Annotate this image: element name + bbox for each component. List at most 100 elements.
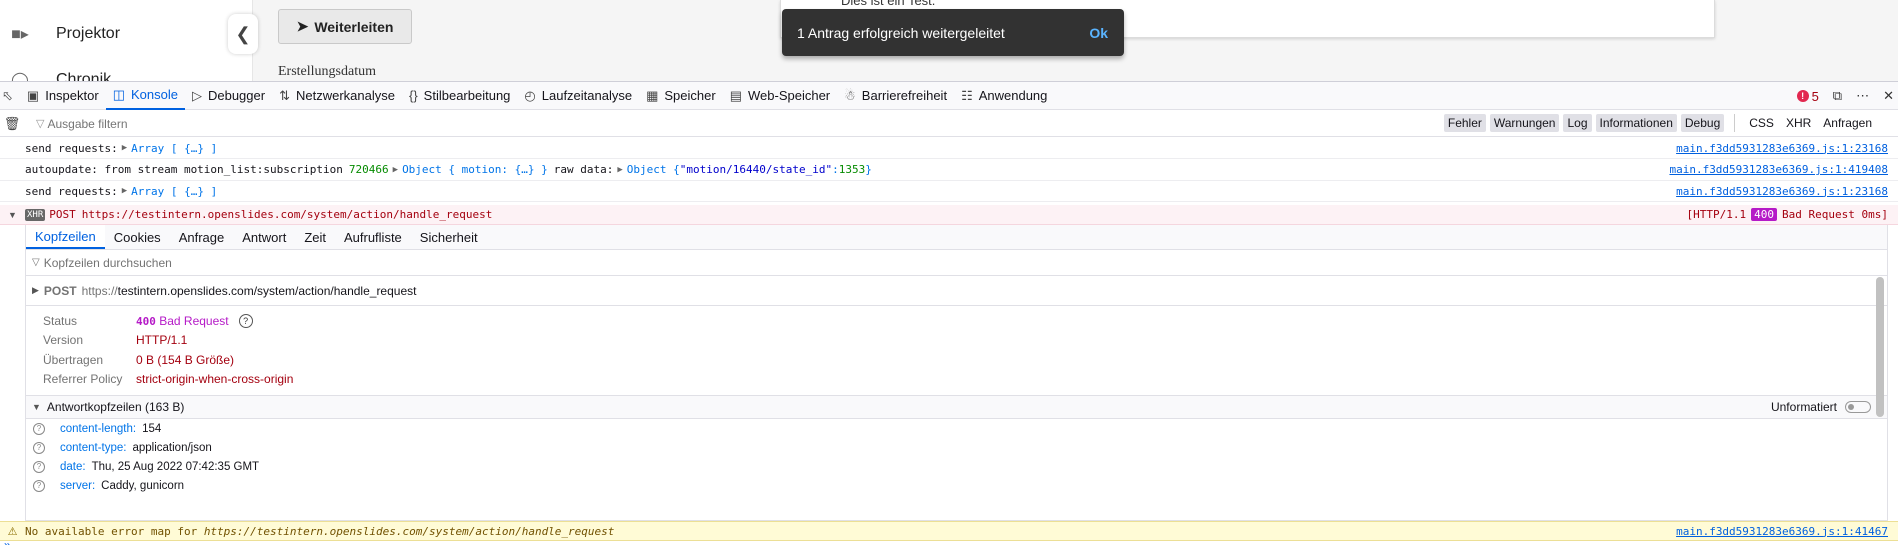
tab-label: Konsole (130, 87, 178, 102)
warning-url: https://testintern.openslides.com/system… (203, 524, 615, 538)
xhr-badge: XHR (25, 208, 46, 221)
console-filter-input[interactable] (47, 116, 448, 131)
network-details-tabs: Kopfzeilen Cookies Anfrage Antwort Zeit … (26, 225, 1887, 250)
version-key: Version (43, 333, 84, 348)
filter-errors-button[interactable]: Fehler (1443, 114, 1486, 132)
divider (1734, 114, 1736, 132)
scrollbar-thumb[interactable] (1876, 277, 1884, 417)
collapse-icon[interactable]: ▼ (0, 210, 25, 220)
forward-button-label: Weiterleiten (314, 18, 394, 35)
question-icon[interactable]: ? (238, 313, 253, 328)
status-code-badge: 400 (1751, 208, 1778, 221)
sidebar-item-label: Chronik (56, 71, 112, 81)
sidebar-item-history[interactable]: ◯ Chronik (10, 70, 111, 81)
collapse-sidebar-button[interactable]: ❮ (228, 14, 258, 54)
request-summary[interactable]: ▶ POST https://testintern.openslides.com… (26, 276, 1887, 306)
filter-xhr-button[interactable]: XHR (1782, 114, 1815, 132)
log-object[interactable]: Object { motion: {…} } (402, 163, 548, 176)
transferred-value: 0 B (154 B Größe) (136, 352, 235, 367)
tab-request[interactable]: Anfrage (170, 225, 234, 249)
app-viewport: ■▸ Projektor ◯ Chronik ❮ ➤ Weiterleiten … (0, 0, 1898, 81)
question-icon[interactable]: ? (33, 422, 45, 435)
header-name: server: (60, 479, 96, 492)
error-count-badge[interactable]: ! 5 (1796, 89, 1819, 104)
scrollbar[interactable] (1876, 277, 1884, 517)
tab-accessibility[interactable]: ☃ Barrierefreiheit (837, 82, 954, 110)
tab-inspector[interactable]: ▣ Inspektor (20, 82, 106, 110)
filter-css-button[interactable]: CSS (1745, 114, 1778, 132)
tab-security[interactable]: Sicherheit (411, 225, 487, 249)
tab-response[interactable]: Antwort (233, 225, 295, 249)
tab-storage[interactable]: ▤ Web-Speicher (723, 82, 837, 110)
filter-log-button[interactable]: Log (1563, 114, 1592, 132)
log-object[interactable]: Object { (627, 163, 680, 176)
tab-style-editor[interactable]: {} Stilbearbeitung (402, 82, 517, 110)
element-picker-button[interactable]: ⬁ (0, 82, 20, 110)
tab-console[interactable]: ◫ Konsole (105, 82, 185, 110)
tab-label: Anwendung (978, 88, 1048, 103)
referrer-policy-key: Referrer Policy (43, 372, 123, 387)
question-icon[interactable]: ? (33, 479, 45, 492)
version-row: Version HTTP/1.1 (43, 331, 1887, 351)
xhr-request-row[interactable]: ▼ XHR POST https://testintern.openslides… (0, 205, 1898, 225)
question-icon[interactable]: ? (33, 441, 45, 454)
memory-icon: ▦ (646, 87, 659, 103)
request-url[interactable]: https://testintern.openslides.com/system… (82, 208, 493, 221)
status-text: Bad Request 0ms] (1782, 208, 1888, 221)
expand-icon[interactable]: ▶ (393, 165, 398, 175)
expand-icon[interactable]: ▶ (122, 143, 127, 153)
expand-icon[interactable]: ▶ (617, 165, 622, 175)
tab-application[interactable]: ☷ Anwendung (954, 82, 1054, 110)
filter-debug-button[interactable]: Debug (1680, 114, 1725, 132)
filter-icon: ▽ (32, 257, 40, 268)
tab-cookies[interactable]: Cookies (105, 225, 170, 249)
console-input[interactable]: » (0, 539, 1898, 545)
log-object[interactable]: Array [ {…} ] (131, 185, 217, 198)
raw-toggle[interactable]: Unformatiert (1771, 400, 1871, 414)
tab-label: Speicher (664, 88, 716, 103)
debugger-icon: ▷ (191, 87, 202, 103)
source-link[interactable]: main.f3dd5931283e6369.js:1:41467 (1676, 525, 1888, 538)
status-code: 400 (136, 314, 156, 328)
header-value: 154 (142, 422, 162, 435)
log-string: "motion/16440/state_id" (679, 163, 833, 176)
tab-network[interactable]: ⇅ Netzwerkanalyse (272, 82, 402, 110)
expand-icon[interactable]: ▶ (122, 186, 127, 196)
headers-filter-placeholder: Kopfzeilen durchsuchen (43, 255, 172, 270)
app-sidebar: ■▸ Projektor ◯ Chronik (0, 0, 253, 81)
response-headers-section[interactable]: ▼ Antwortkopfzeilen (163 B) Unformatiert (26, 396, 1887, 419)
dock-options-icon[interactable]: ⧉ (1833, 88, 1842, 104)
toggle-switch[interactable] (1845, 401, 1871, 413)
warning-icon: ⚠ (7, 525, 18, 538)
expand-icon[interactable]: ▶ (32, 285, 39, 296)
tab-timings[interactable]: Zeit (295, 225, 335, 249)
summary-method: POST (43, 283, 77, 298)
source-link[interactable]: main.f3dd5931283e6369.js:1:23168 (1676, 185, 1888, 198)
filter-requests-button[interactable]: Anfragen (1819, 114, 1876, 132)
header-name: content-type: (60, 441, 127, 454)
network-details-panel: Kopfzeilen Cookies Anfrage Antwort Zeit … (25, 225, 1888, 521)
trash-icon[interactable]: 🗑 (2, 116, 22, 132)
tab-stack-trace[interactable]: Aufrufliste (335, 225, 411, 249)
close-icon[interactable]: ✕ (1883, 88, 1894, 104)
more-options-icon[interactable]: ⋯ (1856, 88, 1869, 104)
tab-debugger[interactable]: ▷ Debugger (185, 82, 272, 110)
status-key: Status (43, 313, 78, 328)
collapse-icon[interactable]: ▼ (32, 402, 41, 412)
tab-headers[interactable]: Kopfzeilen (26, 225, 105, 249)
forward-button[interactable]: ➤ Weiterleiten (278, 9, 412, 44)
tab-memory[interactable]: ▦ Speicher (639, 82, 723, 110)
log-object[interactable]: Array [ {…} ] (131, 142, 217, 155)
sidebar-item-projector[interactable]: ■▸ Projektor (10, 24, 120, 44)
source-link[interactable]: main.f3dd5931283e6369.js:1:419408 (1669, 163, 1888, 176)
headers-filter[interactable]: ▽ Kopfzeilen durchsuchen (26, 250, 1887, 276)
filter-info-button[interactable]: Informationen (1595, 114, 1677, 132)
snackbar-ok-button[interactable]: Ok (1089, 25, 1108, 41)
source-link[interactable]: main.f3dd5931283e6369.js:1:23168 (1676, 142, 1888, 155)
error-icon: ! (1796, 90, 1809, 102)
filter-icon: ▽ (36, 118, 45, 130)
header-value: Thu, 25 Aug 2022 07:42:35 GMT (91, 460, 260, 473)
filter-warnings-button[interactable]: Warnungen (1489, 114, 1560, 132)
question-icon[interactable]: ? (33, 460, 45, 473)
tab-performance[interactable]: ◴ Laufzeitanalyse (517, 82, 639, 110)
